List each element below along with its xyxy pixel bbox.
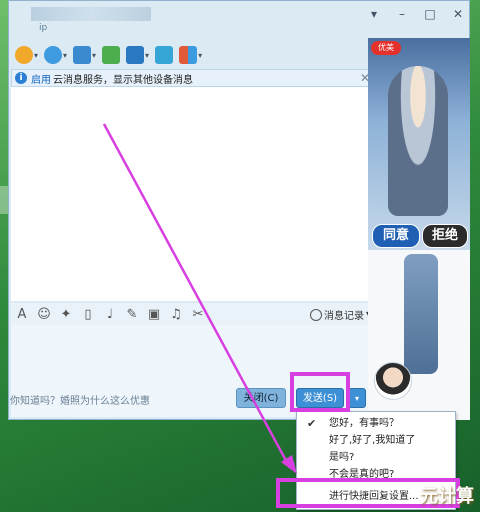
contact-name-blurred bbox=[31, 7, 151, 21]
desktop-icon-fragment bbox=[0, 200, 8, 214]
microphone-icon bbox=[15, 46, 33, 64]
window-controls: ▾ – □ ✕ bbox=[367, 7, 465, 21]
chat-toolbar: ▾ ▾ ▾ ▾ ▾ bbox=[15, 43, 202, 67]
voice-call-button[interactable]: ▾ bbox=[15, 44, 38, 66]
ad-reject-button[interactable]: 拒绝 bbox=[422, 224, 468, 248]
ad-banner[interactable]: 优美 同意 拒绝 bbox=[368, 38, 470, 250]
menu-item-label: 是吗? bbox=[329, 452, 355, 463]
menu-item-reply-3[interactable]: 是吗? bbox=[297, 449, 455, 466]
menu-item-label: 您好，有事吗？ bbox=[329, 418, 399, 429]
ad-character-image bbox=[388, 66, 448, 216]
send-file-button[interactable]: ▾ bbox=[73, 44, 96, 66]
video-call-button[interactable]: ▾ bbox=[44, 44, 67, 66]
magic-wand-icon[interactable]: ✦ bbox=[59, 307, 73, 322]
folder-icon bbox=[73, 46, 92, 64]
format-toolbar: A ☺ ✦ ▯ ♩ ✎ ▣ ♫ ✂ 消息记录 ▾ bbox=[11, 303, 375, 325]
menu-item-label: 好了,好了,我知道了 bbox=[329, 435, 416, 446]
chevron-down-icon: ▾ bbox=[92, 50, 97, 60]
emoji-icon[interactable]: ☺ bbox=[37, 307, 51, 322]
contact-subtitle: ip bbox=[39, 23, 48, 33]
chevron-down-icon: ▾ bbox=[34, 50, 39, 60]
notice-text: 云消息服务，显示其他设备消息 bbox=[53, 74, 193, 86]
remote-assist-button[interactable]: ▾ bbox=[126, 44, 149, 66]
message-history-button[interactable]: 消息记录 ▾ bbox=[309, 307, 371, 322]
chevron-down-icon: ▾ bbox=[145, 50, 150, 60]
menu-item-reply-1[interactable]: ✔ 您好，有事吗？ bbox=[297, 415, 455, 432]
camera-icon bbox=[44, 46, 63, 64]
check-icon: ✔ bbox=[307, 417, 317, 430]
title-bar: ip ▾ – □ ✕ bbox=[9, 1, 469, 39]
ad-badge: 优美 bbox=[371, 41, 401, 55]
send-button-highlight bbox=[290, 372, 350, 412]
font-icon[interactable]: A bbox=[15, 307, 29, 322]
chevron-down-icon: ▾ bbox=[354, 394, 359, 403]
screen-share-icon bbox=[155, 46, 174, 64]
music-icon[interactable]: ♫ bbox=[169, 307, 183, 322]
share-screen-button[interactable] bbox=[155, 44, 174, 66]
scissors-icon[interactable]: ✂ bbox=[191, 307, 205, 322]
ad-link[interactable]: 你知道吗？婚照为什么这么优惠 bbox=[10, 392, 150, 407]
close-button[interactable]: 关闭(C) bbox=[236, 388, 286, 408]
restore-icon[interactable]: ▾ bbox=[367, 7, 381, 21]
image-icon[interactable]: ▣ bbox=[147, 307, 161, 322]
corner-logo: 元计算 bbox=[420, 486, 474, 507]
clock-icon bbox=[309, 308, 322, 321]
chevron-down-icon: ▾ bbox=[63, 50, 68, 60]
cloud-message-notice: i 启用 云消息服务，显示其他设备消息 ✕ bbox=[11, 69, 375, 87]
edit-icon[interactable]: ✎ bbox=[125, 307, 139, 322]
avatar[interactable] bbox=[374, 362, 412, 400]
enable-link[interactable]: 启用 bbox=[31, 71, 51, 86]
shake-icon[interactable]: ▯ bbox=[81, 307, 95, 322]
desktop-icon-fragment bbox=[0, 186, 8, 200]
send-options-dropdown[interactable]: ▾ bbox=[348, 388, 366, 408]
maximize-icon[interactable]: □ bbox=[423, 7, 437, 21]
apps-grid-icon bbox=[179, 46, 198, 64]
message-history-area[interactable] bbox=[11, 87, 375, 301]
group-chat-button[interactable] bbox=[102, 44, 121, 66]
ad-panel: 优美 同意 拒绝 bbox=[368, 38, 470, 420]
watermark: Baidu经验 bbox=[356, 482, 415, 496]
menu-item-reply-2[interactable]: 好了,好了,我知道了 bbox=[297, 432, 455, 449]
ad-accept-button[interactable]: 同意 bbox=[372, 224, 420, 248]
info-icon: i bbox=[15, 72, 27, 84]
add-chat-icon bbox=[102, 46, 121, 64]
minimize-icon[interactable]: – bbox=[395, 7, 409, 21]
history-label: 消息记录 bbox=[323, 311, 364, 322]
microphone-icon[interactable]: ♩ bbox=[103, 307, 117, 322]
character-figure bbox=[404, 254, 438, 374]
apps-button[interactable]: ▾ bbox=[179, 44, 202, 66]
monitor-icon bbox=[126, 46, 145, 64]
chevron-down-icon: ▾ bbox=[198, 50, 203, 60]
close-icon[interactable]: ✕ bbox=[451, 7, 465, 21]
